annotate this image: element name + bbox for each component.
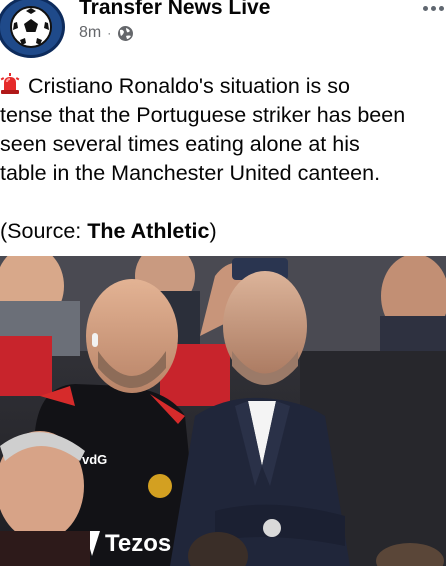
post-text-line-4: table in the Manchester United canteen. xyxy=(0,161,381,185)
shirt-sponsor: Tezos xyxy=(105,530,171,557)
post-text-line-1: Cristiano Ronaldo's situation is so xyxy=(0,72,446,101)
source-name: The Athletic xyxy=(87,219,210,243)
siren-icon xyxy=(0,73,20,94)
more-dot xyxy=(423,6,428,11)
globe-icon xyxy=(117,25,134,42)
soccer-ball-icon xyxy=(10,6,52,48)
page-name[interactable]: Transfer News Live xyxy=(79,0,270,20)
source-line: (Source: The Athletic) xyxy=(0,217,446,246)
post-time[interactable]: 8m xyxy=(79,24,101,42)
source-prefix: (Source: xyxy=(0,219,88,243)
post-text-line-3: seen several times eating alone at his xyxy=(0,132,360,156)
page-avatar[interactable] xyxy=(0,0,65,58)
post-text: Cristiano Ronaldo's situation is so tens… xyxy=(0,72,446,246)
more-dot xyxy=(439,6,444,11)
post-meta: 8m · xyxy=(79,24,134,42)
more-dot xyxy=(431,6,436,11)
stadium-photo: vdG Tezos xyxy=(0,256,446,566)
shirt-initials: vdG xyxy=(82,452,107,467)
post-text-line-2: tense that the Portuguese striker has be… xyxy=(0,103,406,127)
post-photo[interactable]: vdG Tezos xyxy=(0,256,446,566)
source-suffix: ) xyxy=(209,219,217,243)
meta-separator: · xyxy=(107,26,112,40)
post-header: Transfer News Live 8m · xyxy=(0,0,446,60)
post-text-content-1: Cristiano Ronaldo's situation is so xyxy=(28,74,350,98)
more-options-button[interactable] xyxy=(423,6,444,11)
